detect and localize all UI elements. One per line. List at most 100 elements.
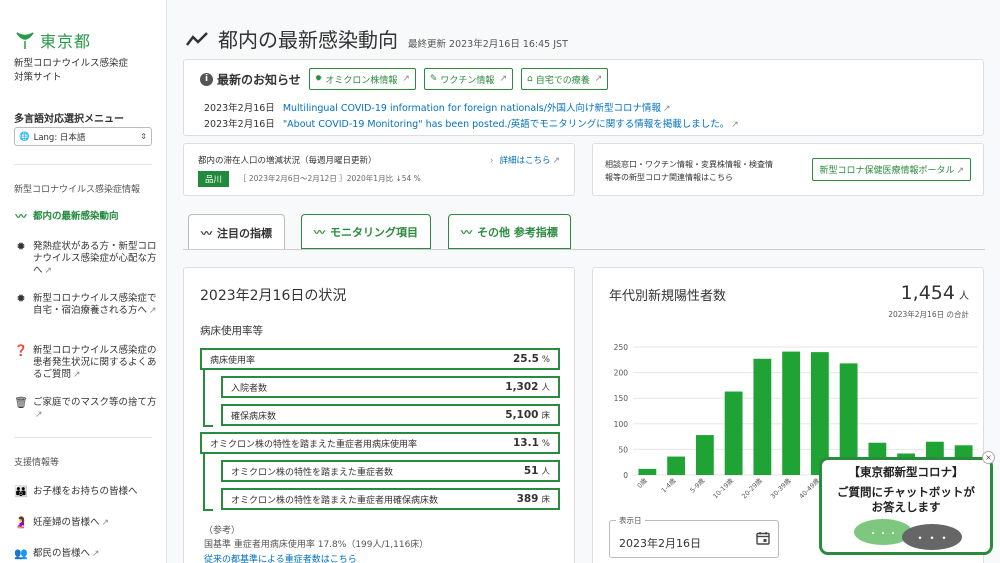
nav-item-children[interactable]: 👪 お子様をお持ちの皆様へ — [14, 486, 159, 498]
vaccine-info-button[interactable]: ✎ ワクチン情報 ↗ — [423, 68, 513, 90]
nav-item-citizens[interactable]: 👥 都民の皆様へ ↗ — [14, 548, 159, 560]
news-item: 2023年2月16日 "About COVID-19 Monitoring" ha… — [204, 117, 739, 133]
chatbot-close-button[interactable]: × — [982, 451, 995, 464]
x-tick-label: 5-9歳 — [688, 476, 707, 495]
date-label: 表示日 — [616, 515, 645, 526]
bar — [695, 435, 714, 475]
tab-divider — [183, 249, 985, 250]
external-link-icon: ↗ — [552, 156, 560, 166]
tree-line — [203, 452, 205, 510]
button-label: 新型コロナ保健医療情報ポータル — [819, 166, 955, 176]
help-icon: ❓ — [14, 344, 28, 357]
related-info-card: 相談窓口・ワクチン情報・変異株情報・検査情 報等の新型コロナ関連情報はこちら 新… — [592, 143, 984, 196]
bar — [667, 456, 686, 475]
row-label: オミクロン株の特性を踏まえた重症者用病床使用率 — [210, 439, 418, 450]
virus-icon: ✹ — [16, 292, 26, 305]
row-unit: % — [541, 439, 550, 449]
row-value: 25.5 — [513, 353, 539, 365]
language-select[interactable]: 🌐 Lang: 日本語 ⇕ — [14, 127, 152, 146]
secured-beds-row: 確保病床数 5,100 床 — [221, 404, 560, 426]
calendar-icon[interactable] — [756, 531, 770, 545]
bar — [724, 391, 743, 475]
lang-menu-title: 多言語対応選択メニュー — [14, 114, 124, 125]
trend-icon: 〰 — [314, 225, 325, 239]
row-unit: 人 — [541, 467, 550, 477]
news-link[interactable]: "About COVID-19 Monitoring" has been pos… — [283, 119, 729, 130]
total-value: 1,454 — [900, 282, 955, 304]
bed-usage-rate-row: 病床使用率 25.5% — [200, 348, 560, 370]
tab-label: その他 参考指標 — [477, 225, 558, 239]
nav-item-faq[interactable]: ❓ 新型コロナウイルス感染症の患者発生状況に関するよくあるご質問 ↗ — [14, 345, 159, 381]
x-tick-label: 20-29歳 — [739, 476, 764, 501]
site-name-line: 対策サイト — [14, 72, 62, 83]
news-card: i 最新のお知らせ ✹ オミクロン株情報 ↗ ✎ ワクチン情報 ↗ ⌂ 自宅での療養 ↗ 20… — [183, 59, 984, 136]
row-unit: 床 — [541, 495, 550, 505]
external-link-icon: ↗ — [149, 306, 157, 316]
section-title-support: 支援情報等 — [14, 458, 60, 468]
severe-patients-row: オミクロン株の特性を踏まえた重症者数 51 人 — [221, 460, 560, 482]
row-value: 1,302 — [505, 381, 539, 393]
external-link-icon: ↗ — [44, 266, 53, 276]
row-unit: 人 — [541, 383, 550, 393]
external-link-icon: ↗ — [594, 74, 603, 84]
tokyo-logo[interactable]: 東京都 — [14, 28, 91, 52]
population-detail-link[interactable]: › 詳細はこちら ↗ — [490, 154, 560, 166]
tab-monitoring[interactable]: 〰モニタリング項目 — [301, 214, 431, 249]
news-link[interactable]: Multilingual COVID-19 information for fo… — [283, 103, 661, 114]
row-value: 13.1 — [513, 437, 539, 449]
severe-count-link[interactable]: 従来の都基準による重症者数はこちら — [204, 552, 357, 563]
status-title: 2023年2月16日の状況 — [200, 288, 347, 304]
news-title-text: 最新のお知らせ — [217, 72, 301, 87]
chatbot-message: ご質問にチャットボットが お答えします — [822, 485, 990, 515]
external-link-icon: ↗ — [92, 549, 100, 559]
nav-item-label: 妊産婦の皆様へ — [33, 517, 100, 528]
divider — [14, 164, 152, 165]
chat-bubble-icon: ・・・ — [902, 524, 962, 550]
population-info: ［ 2023年2月6日〜2月12日 ］2020年1月比 ↓54 % — [239, 174, 421, 183]
row-unit: % — [541, 355, 550, 365]
related-text-line: 相談窓口・ワクチン情報・変異株情報・検査情 — [605, 160, 773, 169]
nav-item-home-care[interactable]: ✹ 新型コロナウイルス感染症で自宅・宿泊療養される方へ ↗ — [14, 293, 159, 317]
home-icon: ⌂ — [526, 74, 533, 84]
portal-button[interactable]: 新型コロナ保健医療情報ポータル ↗ — [812, 158, 971, 181]
info-icon: i — [200, 72, 213, 86]
y-tick-label: 50 — [618, 445, 628, 454]
row-label: オミクロン株の特性を踏まえた重症者数 — [231, 467, 394, 478]
tree-line — [203, 425, 213, 427]
x-tick-label: 10-19歳 — [711, 476, 736, 501]
row-label: 病床使用率 — [210, 355, 256, 366]
trend-icon: 〰 — [461, 225, 472, 239]
nav-item-fever[interactable]: ✹ 発熱症状がある方・新型コロナウイルス感染症が心配な方へ ↗ — [14, 241, 159, 277]
tab-key-indicators[interactable]: 〰注目の指標 — [188, 214, 285, 250]
omicron-info-button[interactable]: ✹ オミクロン株情報 ↗ — [308, 68, 416, 90]
external-link-icon: ↗ — [956, 166, 964, 176]
related-info-text: 相談窓口・ワクチン情報・変異株情報・検査情 報等の新型コロナ関連情報はこちら — [605, 158, 773, 184]
external-link-icon: ↗ — [402, 74, 410, 84]
news-date: 2023年2月16日 — [204, 119, 275, 130]
status-card: 2023年2月16日の状況 病床使用率等 病床使用率 25.5% 入院者数 1,30… — [183, 267, 575, 563]
news-list: 2023年2月16日 Multilingual COVID-19 informat… — [204, 101, 739, 133]
row-value: 51 — [523, 465, 539, 477]
date-picker[interactable]: 表示日 2023年2月16日 — [609, 515, 779, 558]
age-chart-total: 1,454 人 — [901, 282, 969, 304]
chatbot-widget[interactable]: 【東京都新型コロナ】 ご質問にチャットボットが お答えします ・・・ ・・・ — [819, 457, 993, 555]
bar — [753, 358, 772, 475]
tab-other-indicators[interactable]: 〰その他 参考指標 — [448, 214, 571, 249]
nav-item-label: 新型コロナウイルス感染症で自宅・宿泊療養される方へ — [33, 293, 157, 316]
nav-item-mask-disposal[interactable]: 🗑 ご家庭でのマスク等の捨て方 ↗ — [14, 397, 159, 421]
news-date: 2023年2月16日 — [204, 103, 275, 114]
button-label: オミクロン株情報 — [325, 75, 398, 86]
nav-item-pregnant[interactable]: 🤰 妊産婦の皆様へ ↗ — [14, 517, 159, 529]
chevron-right-icon: › — [490, 156, 494, 166]
population-card: 都内の滞在人口の増減状況（毎週月曜日更新） › 詳細はこちら ↗ 品川 ［ 2023… — [183, 143, 575, 196]
bar — [782, 351, 801, 475]
row-unit: 床 — [541, 411, 550, 421]
syringe-icon: ✎ — [429, 74, 438, 84]
trend-icon: 〰 — [201, 226, 212, 240]
nav-item-label: 都民の皆様へ — [33, 548, 91, 559]
nav-item-latest-trends[interactable]: 〰 都内の最新感染動向 — [14, 211, 159, 223]
home-care-button[interactable]: ⌂ 自宅での療養 ↗ — [520, 68, 609, 90]
button-label: ワクチン情報 — [440, 75, 495, 86]
virus-icon: ✹ — [16, 240, 26, 253]
population-title: 都内の滞在人口の増減状況（毎週月曜日更新） — [198, 156, 377, 166]
